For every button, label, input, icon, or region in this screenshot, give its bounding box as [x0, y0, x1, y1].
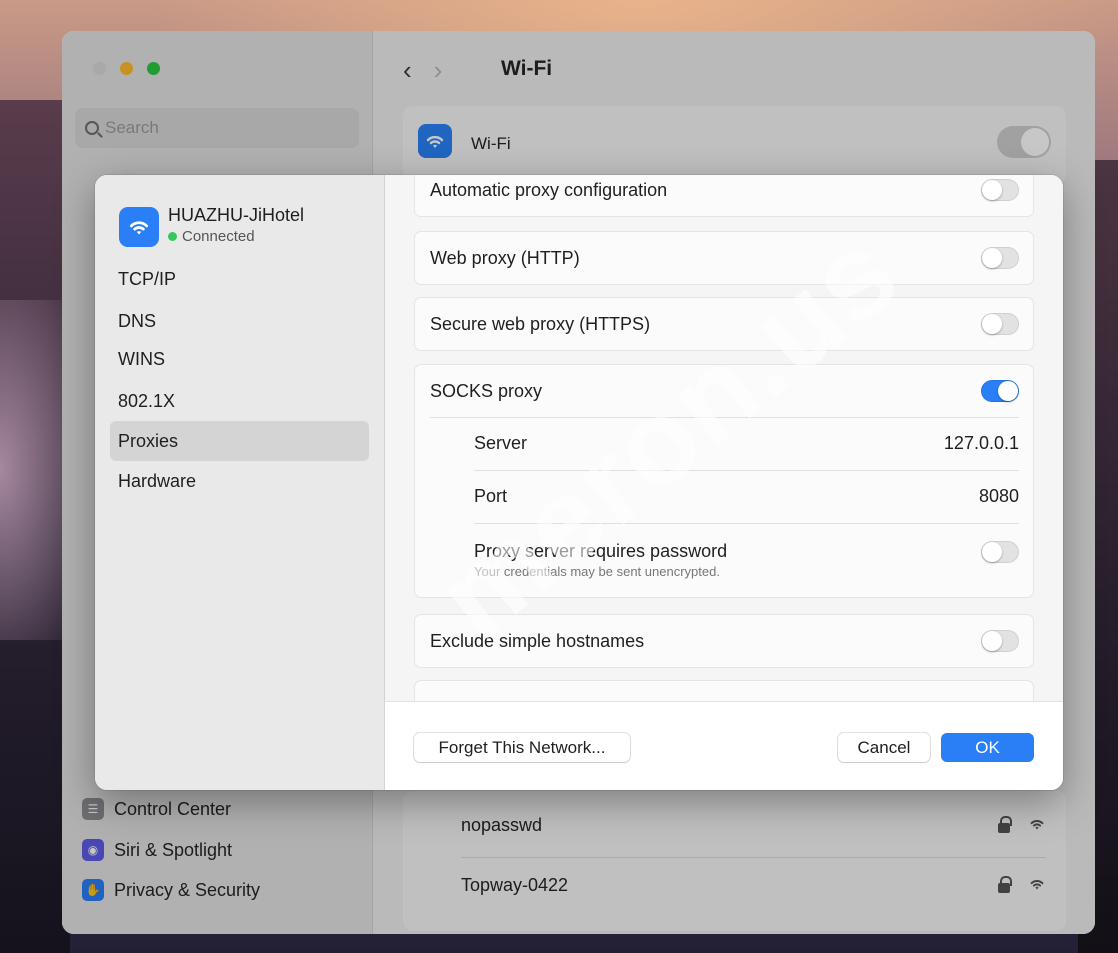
password-note: Your credentials may be sent unencrypted…: [474, 564, 720, 579]
auto-proxy-toggle[interactable]: [981, 179, 1019, 201]
ok-button[interactable]: OK: [941, 733, 1034, 762]
secure-proxy-row: Secure web proxy (HTTPS): [415, 298, 1033, 350]
password-text: Proxy server requires password Your cred…: [474, 541, 727, 579]
web-proxy-toggle[interactable]: [981, 247, 1019, 269]
status-text: Connected: [182, 228, 255, 245]
password-required-toggle[interactable]: [981, 541, 1019, 563]
cancel-button[interactable]: Cancel: [838, 733, 930, 762]
menu-item-wins[interactable]: WINS: [110, 339, 369, 379]
socks-proxy-card: SOCKS proxy Server 127.0.0.1 Port 8080 P…: [414, 364, 1034, 598]
auto-proxy-label: Automatic proxy configuration: [430, 179, 668, 200]
forget-network-button[interactable]: Forget This Network...: [414, 733, 630, 762]
web-proxy-row: Web proxy (HTTP): [415, 232, 1033, 284]
web-proxy-card: Web proxy (HTTP): [414, 231, 1034, 285]
proxies-pane: Automatic proxy configuration Web proxy …: [385, 175, 1063, 701]
socks-port-row[interactable]: Port 8080: [415, 470, 1033, 523]
network-name: HUAZHU-JiHotel: [168, 205, 305, 225]
wifi-icon: [119, 207, 159, 247]
socks-password-row: Proxy server requires password Your cred…: [415, 523, 1033, 597]
server-value[interactable]: 127.0.0.1: [944, 433, 1019, 454]
server-label: Server: [474, 433, 528, 453]
socks-proxy-row: SOCKS proxy: [415, 365, 1033, 417]
auto-proxy-row: Automatic proxy configuration: [415, 175, 1033, 216]
port-label: Port: [474, 486, 508, 506]
menu-item-8021x[interactable]: 802.1X: [110, 381, 369, 421]
network-details-sheet: HUAZHU-JiHotel Connected TCP/IP DNS WINS…: [95, 175, 1063, 790]
menu-item-tcpip[interactable]: TCP/IP: [110, 259, 369, 299]
sheet-footer: Forget This Network... Cancel OK: [385, 701, 1063, 790]
auto-proxy-card: Automatic proxy configuration: [414, 175, 1034, 217]
exclude-simple-card: Exclude simple hostnames: [414, 614, 1034, 668]
network-status: Connected: [168, 228, 255, 245]
port-value[interactable]: 8080: [979, 486, 1019, 507]
menu-item-proxies[interactable]: Proxies: [110, 421, 369, 461]
socks-proxy-label: SOCKS proxy: [430, 380, 543, 401]
socks-server-row[interactable]: Server 127.0.0.1: [415, 417, 1033, 470]
web-proxy-label: Web proxy (HTTP): [430, 247, 580, 268]
sheet-sidebar: HUAZHU-JiHotel Connected TCP/IP DNS WINS…: [95, 175, 385, 790]
exclude-simple-row: Exclude simple hostnames: [415, 615, 1033, 667]
status-dot-icon: [168, 232, 177, 241]
exclude-simple-label: Exclude simple hostnames: [430, 630, 645, 651]
next-setting-card-partial: [414, 680, 1034, 701]
menu-item-hardware[interactable]: Hardware: [110, 461, 369, 501]
secure-proxy-card: Secure web proxy (HTTPS): [414, 297, 1034, 351]
menu-item-dns[interactable]: DNS: [110, 301, 369, 341]
secure-proxy-toggle[interactable]: [981, 313, 1019, 335]
exclude-simple-toggle[interactable]: [981, 630, 1019, 652]
socks-proxy-toggle[interactable]: [981, 380, 1019, 402]
secure-proxy-label: Secure web proxy (HTTPS): [430, 313, 651, 334]
password-label: Proxy server requires password: [474, 541, 728, 561]
